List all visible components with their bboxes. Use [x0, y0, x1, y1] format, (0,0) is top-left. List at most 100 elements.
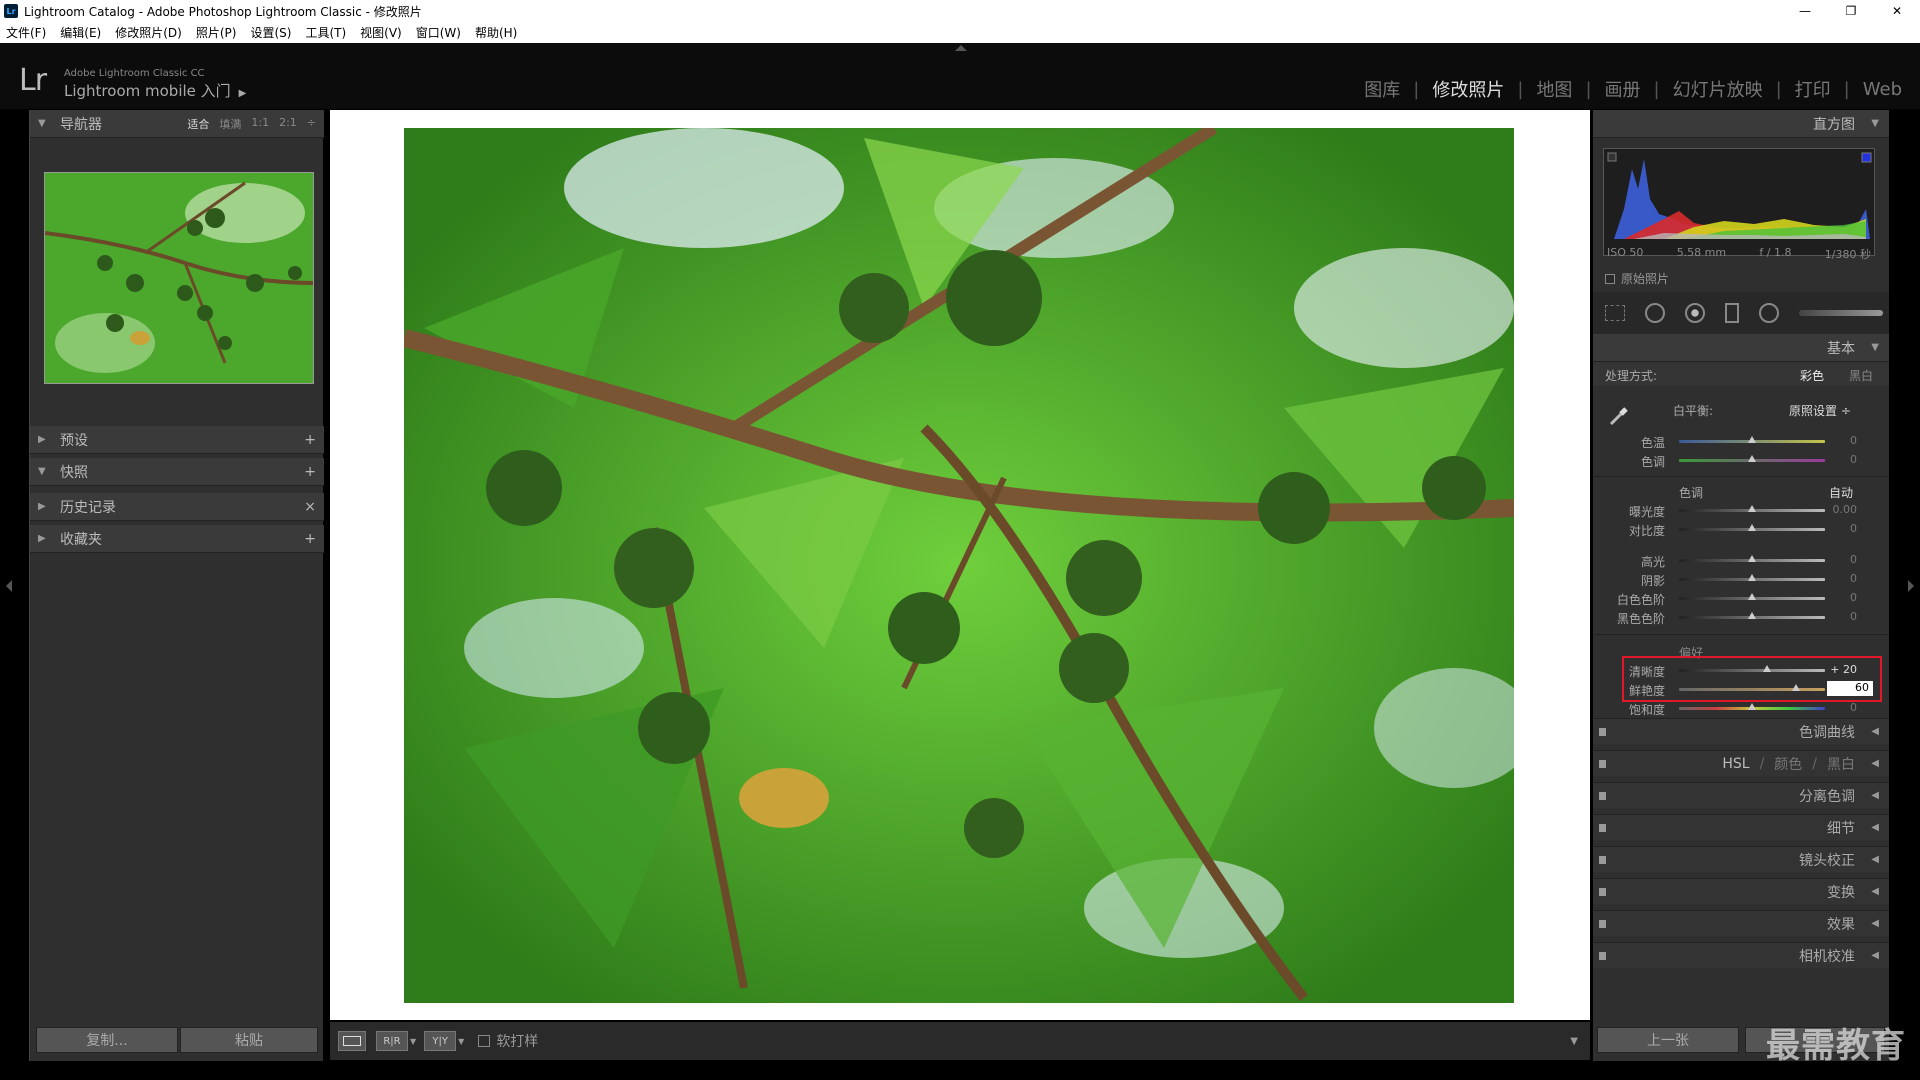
detail-panel-header[interactable]: 细节 ◀: [1593, 814, 1889, 840]
temp-slider-thumb[interactable]: [1748, 436, 1756, 443]
original-photo-checkbox[interactable]: [1605, 273, 1615, 284]
highlights-value[interactable]: 0: [1827, 553, 1857, 566]
hsl-tab[interactable]: HSL: [1722, 756, 1749, 772]
module-map[interactable]: 地图: [1536, 76, 1572, 102]
dropdown-arrow-icon[interactable]: ▼: [410, 1037, 416, 1046]
menu-help[interactable]: 帮助(H): [475, 24, 517, 41]
menu-settings[interactable]: 设置(S): [250, 24, 291, 41]
basic-panel-header[interactable]: 基本 ▼: [1593, 334, 1889, 362]
panel-switch-icon[interactable]: [1599, 856, 1606, 864]
zoom-2-1[interactable]: 2:1: [279, 116, 297, 132]
clarity-slider-thumb[interactable]: [1762, 665, 1771, 672]
panel-switch-icon[interactable]: [1599, 792, 1606, 800]
zoom-fill[interactable]: 填满: [219, 116, 241, 132]
menu-photo[interactable]: 照片(P): [196, 24, 237, 41]
add-snapshot-icon[interactable]: +: [304, 464, 316, 480]
red-eye-icon[interactable]: [1685, 303, 1705, 323]
maximize-button[interactable]: ❐: [1828, 0, 1874, 22]
clarity-slider-track[interactable]: [1679, 669, 1825, 672]
left-panel-toggle-icon[interactable]: [6, 580, 12, 592]
module-slideshow[interactable]: 幻灯片放映: [1673, 76, 1763, 102]
histogram[interactable]: [1603, 148, 1875, 256]
dropdown-arrow-icon[interactable]: ▼: [458, 1037, 464, 1046]
panel-switch-icon[interactable]: [1599, 920, 1606, 928]
shadows-slider-thumb[interactable]: [1748, 574, 1756, 581]
menu-edit[interactable]: 编辑(E): [60, 24, 101, 41]
spot-removal-icon[interactable]: [1645, 303, 1665, 323]
menu-develop[interactable]: 修改照片(D): [115, 24, 182, 41]
radial-filter-icon[interactable]: [1759, 303, 1779, 323]
compare-view-button[interactable]: R|R: [376, 1031, 408, 1051]
paste-settings-button[interactable]: 粘贴: [180, 1027, 318, 1053]
bw-tab[interactable]: 黑白: [1827, 754, 1855, 774]
shadows-value[interactable]: 0: [1827, 572, 1857, 585]
whites-slider-thumb[interactable]: [1748, 593, 1756, 600]
split-toning-panel-header[interactable]: 分离色调 ◀: [1593, 782, 1889, 808]
add-collection-icon[interactable]: +: [304, 531, 316, 547]
menu-file[interactable]: 文件(F): [6, 24, 46, 41]
panel-switch-icon[interactable]: [1599, 728, 1606, 736]
adjustment-brush-icon[interactable]: [1799, 310, 1883, 316]
histogram-header[interactable]: 直方图 ▼: [1593, 110, 1889, 138]
add-preset-icon[interactable]: +: [304, 432, 316, 448]
panel-switch-icon[interactable]: [1599, 888, 1606, 896]
navigator-thumbnail[interactable]: [44, 172, 314, 384]
loupe-view-button[interactable]: [338, 1031, 366, 1051]
module-develop[interactable]: 修改照片: [1432, 76, 1504, 102]
module-web[interactable]: Web: [1863, 79, 1902, 100]
vibrance-slider-track[interactable]: [1679, 688, 1825, 691]
top-panel-toggle-icon[interactable]: [955, 45, 967, 51]
eyedropper-icon[interactable]: [1607, 404, 1631, 428]
zoom-more-icon[interactable]: ÷: [307, 116, 316, 132]
exposure-slider-thumb[interactable]: [1748, 505, 1756, 512]
graduated-filter-icon[interactable]: [1725, 303, 1739, 323]
whites-value[interactable]: 0: [1827, 591, 1857, 604]
temp-value[interactable]: 0: [1827, 434, 1857, 447]
module-print[interactable]: 打印: [1795, 76, 1831, 102]
clear-history-icon[interactable]: ×: [304, 499, 316, 515]
treatment-color-option[interactable]: 彩色: [1800, 367, 1824, 384]
snapshots-panel-header[interactable]: ▼ 快照 +: [30, 458, 324, 486]
wb-dropdown[interactable]: 原照设置 ÷: [1789, 402, 1851, 419]
minimize-button[interactable]: —: [1782, 0, 1828, 22]
vibrance-slider-thumb[interactable]: [1791, 684, 1800, 691]
tint-slider-thumb[interactable]: [1748, 455, 1756, 462]
contrast-slider-thumb[interactable]: [1748, 524, 1756, 531]
original-photo-toggle[interactable]: 原始照片: [1605, 270, 1669, 287]
presets-panel-header[interactable]: ▶ 预设 +: [30, 426, 324, 454]
identity-plate[interactable]: Lightroom mobile 入门 ▶: [64, 80, 246, 101]
blacks-slider-thumb[interactable]: [1748, 612, 1756, 619]
navigator-header[interactable]: ▼ 导航器 适合 填满 1:1 2:1 ÷: [30, 110, 324, 138]
tint-value[interactable]: 0: [1827, 453, 1857, 466]
module-book[interactable]: 画册: [1605, 76, 1641, 102]
main-photo[interactable]: [404, 128, 1514, 1003]
saturation-slider-thumb[interactable]: [1748, 703, 1756, 710]
calibration-panel-header[interactable]: 相机校准 ◀: [1593, 942, 1889, 968]
clarity-value[interactable]: + 20: [1827, 663, 1857, 676]
collections-panel-header[interactable]: ▶ 收藏夹 +: [30, 525, 324, 553]
treatment-bw-option[interactable]: 黑白: [1849, 367, 1873, 384]
toolbar-menu-icon[interactable]: ▼: [1570, 1036, 1578, 1047]
hsl-panel-header[interactable]: HSL / 颜色 / 黑白 ◀: [1593, 750, 1889, 776]
menu-view[interactable]: 视图(V): [360, 24, 402, 41]
module-library[interactable]: 图库: [1364, 76, 1400, 102]
menu-tools[interactable]: 工具(T): [305, 24, 346, 41]
before-after-button[interactable]: Y|Y: [424, 1031, 457, 1051]
contrast-value[interactable]: 0: [1827, 522, 1857, 535]
vibrance-value-input[interactable]: 60: [1827, 681, 1873, 696]
zoom-1-1[interactable]: 1:1: [251, 116, 269, 132]
exposure-value[interactable]: 0.00: [1827, 503, 1858, 516]
effects-panel-header[interactable]: 效果 ◀: [1593, 910, 1889, 936]
softproof-checkbox[interactable]: [478, 1035, 491, 1047]
panel-switch-icon[interactable]: [1599, 952, 1606, 960]
zoom-fit[interactable]: 适合: [187, 116, 209, 132]
tone-curve-panel-header[interactable]: 色调曲线 ◀: [1593, 718, 1889, 744]
panel-switch-icon[interactable]: [1599, 824, 1606, 832]
right-panel-toggle-icon[interactable]: [1908, 580, 1914, 592]
crop-icon[interactable]: [1605, 305, 1625, 321]
menu-window[interactable]: 窗口(W): [416, 24, 461, 41]
color-tab[interactable]: 颜色: [1774, 754, 1802, 774]
transform-panel-header[interactable]: 变换 ◀: [1593, 878, 1889, 904]
close-button[interactable]: ✕: [1874, 0, 1920, 22]
history-panel-header[interactable]: ▶ 历史记录 ×: [30, 493, 324, 521]
